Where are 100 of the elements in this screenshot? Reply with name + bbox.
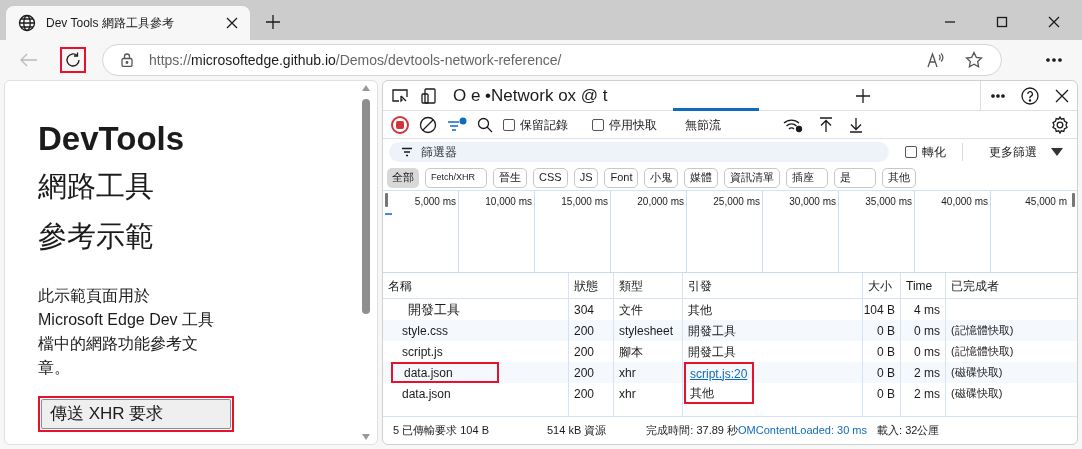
column-header[interactable]: 已完成者 bbox=[946, 273, 1077, 298]
more-icon[interactable] bbox=[991, 93, 1005, 98]
close-icon[interactable] bbox=[1055, 88, 1069, 103]
globe-icon bbox=[18, 14, 36, 32]
wifi-gear-icon[interactable] bbox=[783, 116, 803, 133]
new-tab-icon[interactable] bbox=[265, 14, 281, 30]
page-subheading: 參考示範 bbox=[38, 219, 155, 254]
range-handle[interactable] bbox=[1072, 193, 1075, 207]
type-filter-chip[interactable]: 插座 bbox=[786, 167, 829, 188]
table-cell-text: 200 bbox=[574, 364, 595, 382]
column-header[interactable]: 大小 bbox=[863, 273, 901, 298]
timeline-tick-label: 40,000 ms bbox=[941, 196, 988, 207]
timeline-tick-label: 45,000 m bbox=[1025, 196, 1067, 207]
column-header[interactable]: 引發 bbox=[683, 273, 863, 298]
panel-tab-title[interactable]: O e •Network ox @ t bbox=[453, 82, 608, 109]
type-filter-chip[interactable]: Fetch/XHR bbox=[425, 167, 487, 188]
name-cell[interactable]: 開發工具 bbox=[391, 299, 499, 320]
timeline-tick-label: 10,000 ms bbox=[485, 196, 532, 207]
scroll-down-icon bbox=[362, 434, 370, 440]
table-cell-text: (記憶體快取) bbox=[951, 344, 1014, 360]
timeline-tick-label: 25,000 ms bbox=[713, 196, 760, 207]
name-cell[interactable]: style.css bbox=[391, 320, 499, 341]
type-filter-chip[interactable]: JS bbox=[573, 167, 599, 188]
table-cell-text: 0 B bbox=[877, 364, 895, 382]
close-icon[interactable] bbox=[226, 17, 238, 29]
maximize-icon[interactable] bbox=[996, 16, 1008, 28]
table-cell-text: stylesheet bbox=[619, 322, 674, 340]
timeline-tick-label: 30,000 ms bbox=[789, 196, 836, 207]
table-cell-text: (磁碟快取) bbox=[951, 386, 1003, 402]
new-tab-icon[interactable] bbox=[855, 88, 870, 103]
type-filter-chip[interactable]: CSS bbox=[533, 167, 568, 188]
more-filters-button[interactable]: 更多篩選 bbox=[962, 143, 1037, 161]
help-icon[interactable] bbox=[1021, 86, 1039, 105]
read-aloud-icon[interactable] bbox=[927, 52, 945, 68]
type-filter-chip[interactable]: 是 bbox=[834, 167, 877, 188]
column-header[interactable]: 名稱 bbox=[383, 273, 569, 298]
search-icon[interactable] bbox=[477, 116, 493, 133]
scroll-up-icon bbox=[362, 85, 370, 91]
type-filter-chip[interactable]: 媒體 bbox=[684, 167, 719, 188]
timeline-tick-label: 15,000 ms bbox=[561, 196, 608, 207]
table-cell-text: 4 ms bbox=[914, 301, 940, 319]
settings-icon[interactable] bbox=[1051, 115, 1069, 134]
page-subheading: 網路工具 bbox=[38, 169, 155, 204]
type-filter-chip[interactable]: 資訊清單 bbox=[724, 167, 781, 188]
star-icon[interactable] bbox=[965, 51, 983, 69]
send-xhr-button[interactable]: 傳送 XHR 要求 bbox=[41, 399, 231, 429]
dropdown-caret-icon[interactable] bbox=[1051, 148, 1063, 156]
range-handle[interactable] bbox=[385, 193, 388, 207]
download-icon[interactable] bbox=[849, 116, 863, 133]
throttling-select[interactable]: 無節流 bbox=[685, 115, 721, 134]
reload-button[interactable] bbox=[60, 47, 86, 73]
record-button[interactable] bbox=[391, 115, 409, 134]
filter-icon[interactable] bbox=[447, 116, 467, 133]
more-icon[interactable] bbox=[1046, 58, 1062, 62]
initiator-cell-text: 其他 bbox=[687, 301, 713, 319]
filter-field[interactable]: 篩選器 bbox=[389, 142, 889, 162]
status-text: 完成時間: 37.89 秒 bbox=[646, 423, 738, 439]
status-text: OMContentLoaded: 30 ms bbox=[738, 423, 868, 439]
initiator-cell-text: 開發工具 bbox=[687, 322, 737, 340]
lock-icon bbox=[121, 53, 133, 67]
type-filter-chip[interactable]: 其他 bbox=[882, 167, 917, 188]
column-header[interactable]: 狀態 bbox=[569, 273, 614, 298]
checkbox-option[interactable]: 轉化 bbox=[905, 143, 946, 161]
address-bar[interactable]: https://microsoftedge.github.io/Demos/devtools-network-reference/ bbox=[102, 44, 1002, 76]
name-cell[interactable]: script.js bbox=[391, 341, 499, 362]
status-text: 514 kB 資源 bbox=[547, 423, 607, 439]
table-cell-text: 0 B bbox=[877, 385, 895, 403]
type-filter-chip[interactable]: Font bbox=[604, 167, 639, 188]
checkbox-option[interactable]: 保留記錄 bbox=[503, 115, 568, 134]
type-filter-chip[interactable]: 晉生 bbox=[493, 167, 527, 188]
timeline-tick-label: 20,000 ms bbox=[637, 196, 684, 207]
upload-icon[interactable] bbox=[819, 116, 833, 133]
status-text: 5 已傳輸要求 104 B bbox=[393, 423, 489, 439]
table-cell-text: xhr bbox=[619, 364, 636, 382]
table-cell-text: 200 bbox=[574, 385, 595, 403]
column-header[interactable]: Time bbox=[901, 273, 946, 298]
column-header[interactable]: 類型 bbox=[614, 273, 683, 298]
status-text: 載入: 32公厘 bbox=[877, 423, 940, 439]
table-cell-text: xhr bbox=[619, 385, 636, 403]
table-cell-text: 2 ms bbox=[914, 385, 940, 403]
initiator-cell-text: 開發工具 bbox=[687, 343, 737, 361]
table-cell-text: 200 bbox=[574, 343, 595, 361]
device-icon[interactable] bbox=[421, 87, 439, 104]
table-cell-text: (磁碟快取) bbox=[951, 365, 1003, 381]
table-cell-text: 0 ms bbox=[914, 322, 940, 340]
type-filter-chip[interactable]: 小鬼 bbox=[644, 167, 679, 188]
table-cell-text: 腳本 bbox=[619, 343, 643, 361]
clear-icon[interactable] bbox=[419, 115, 437, 134]
table-cell-text: 0 B bbox=[877, 343, 895, 361]
type-filter-chip[interactable]: 全部 bbox=[387, 167, 419, 188]
timeline-tick-label: 35,000 ms bbox=[865, 196, 912, 207]
table-cell-text: 0 B bbox=[877, 322, 895, 340]
name-cell[interactable]: data.json bbox=[391, 383, 499, 404]
browser-tab[interactable]: Dev Tools 網路工具參考 bbox=[6, 6, 250, 40]
checkbox-option[interactable]: 停用快取 bbox=[592, 115, 657, 134]
timeline-tick-label: 5,000 ms bbox=[414, 196, 456, 207]
close-icon[interactable] bbox=[1048, 16, 1060, 28]
reload-icon bbox=[64, 51, 82, 69]
inspect-icon[interactable] bbox=[391, 87, 409, 104]
name-cell[interactable]: data.json bbox=[391, 362, 499, 383]
